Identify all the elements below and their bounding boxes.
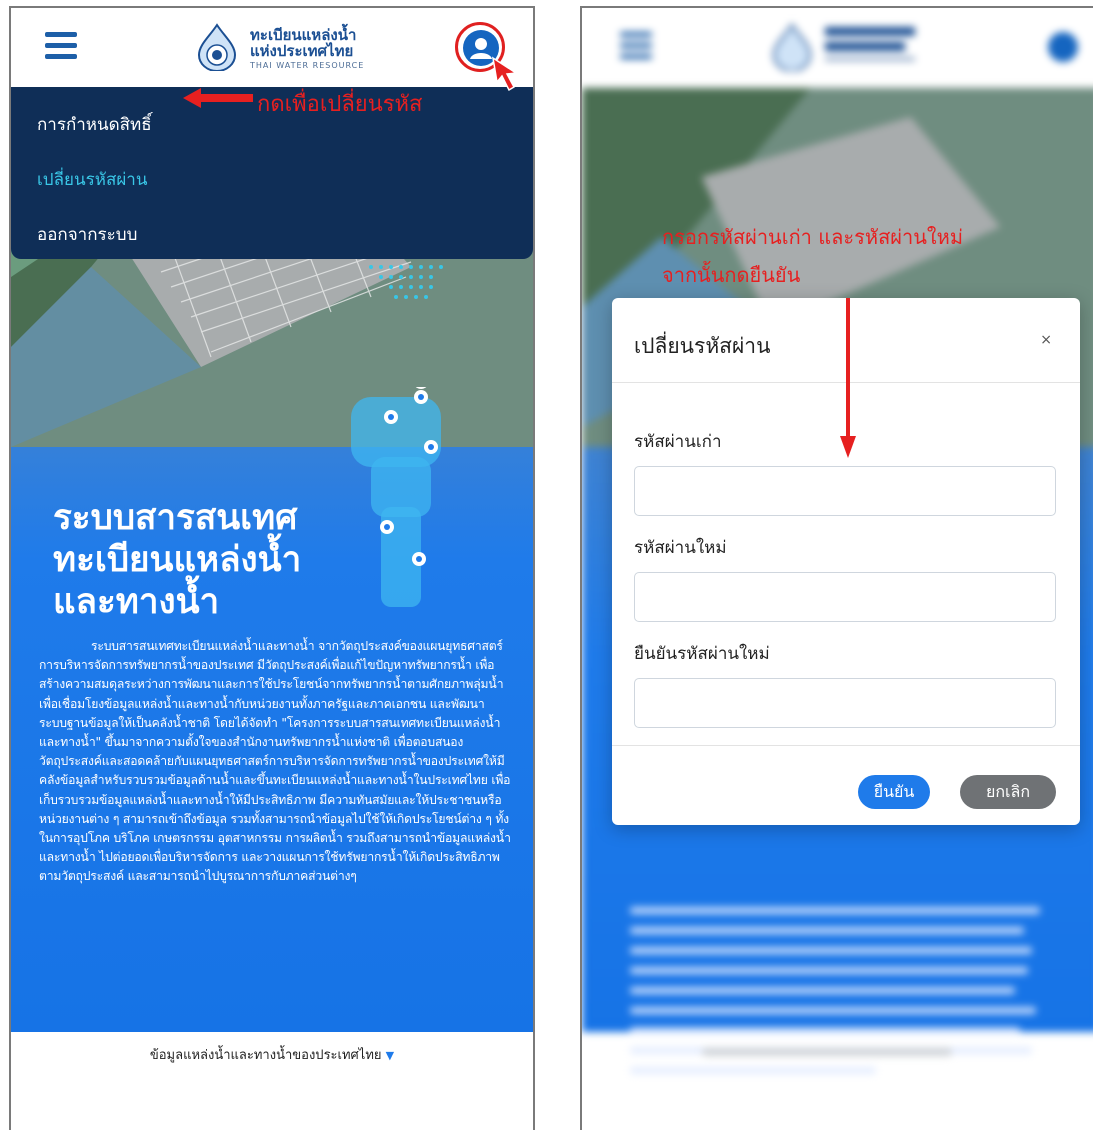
old-password-label: รหัสผ่านเก่า — [634, 432, 722, 452]
annotation-dialog-hint-line2: จากนั้นกดยืนยัน — [662, 263, 801, 287]
confirm-password-input[interactable] — [634, 678, 1056, 728]
dialog-footer: ยืนยัน ยกเลิก — [612, 745, 1080, 826]
phone-screen-menu: ทะเบียนแหล่งน้ำ แห่งประเทศไทย THAI WATER… — [9, 6, 535, 1130]
brand-logo[interactable]: ทะเบียนแหล่งน้ำ แห่งประเทศไทย THAI WATER… — [195, 23, 375, 75]
confirm-button[interactable]: ยืนยัน — [858, 775, 930, 809]
phone-screen-dialog: กรอกรหัสผ่านเก่า และรหัสผ่านใหม่ จากนั้น… — [580, 6, 1093, 1130]
mouse-cursor-icon — [491, 56, 519, 92]
brand-line2: แห่งประเทศไทย — [250, 42, 354, 60]
footer-link-label: ข้อมูลแหล่งน้ำและทางน้ำของประเทศไทย — [149, 1048, 382, 1063]
thai-seal-logo — [197, 23, 237, 71]
hero-title-line: และทางน้ำ — [53, 582, 220, 622]
annotation-dialog-hint-line1: กรอกรหัสผ่านเก่า และรหัสผ่านใหม่ — [662, 225, 964, 249]
menu-item-permissions[interactable]: การกำหนดสิทธิ์ — [37, 111, 152, 138]
annotation-menu-hint: กดเพื่อเปลี่ยนรหัส — [257, 92, 423, 117]
annotation-dialog-hint: กรอกรหัสผ่านเก่า และรหัสผ่านใหม่ จากนั้น… — [662, 218, 1092, 294]
annotation-arrow-icon — [183, 88, 253, 108]
hero-title-line: ระบบสารสนเทศ — [53, 498, 298, 538]
old-password-input[interactable] — [634, 466, 1056, 516]
brand-line3: THAI WATER RESOURCE — [250, 61, 365, 70]
hero-title: ระบบสารสนเทศ ทะเบียนแหล่งน้ำ และทางน้ำ — [53, 497, 353, 623]
new-password-label: รหัสผ่านใหม่ — [634, 538, 727, 558]
annotation-down-arrow-icon — [840, 298, 856, 458]
brand-line1: ทะเบียนแหล่งน้ำ — [250, 26, 357, 44]
hero-title-line: ทะเบียนแหล่งน้ำ — [53, 540, 302, 580]
menu-item-logout[interactable]: ออกจากระบบ — [37, 221, 137, 248]
confirm-password-label: ยืนยันรหัสผ่านใหม่ — [634, 644, 770, 664]
new-password-input[interactable] — [634, 572, 1056, 622]
menu-item-change-password[interactable]: เปลี่ยนรหัสผ่าน — [37, 166, 147, 193]
close-icon[interactable]: × — [1040, 332, 1052, 348]
thailand-map-graphic — [351, 387, 441, 607]
app-header: ทะเบียนแหล่งน้ำ แห่งประเทศไทย THAI WATER… — [11, 8, 533, 88]
hamburger-icon[interactable] — [45, 32, 77, 60]
footer-dropdown-link[interactable]: ข้อมูลแหล่งน้ำและทางน้ำของประเทศไทย ▼ — [11, 1044, 533, 1065]
dialog-title: เปลี่ยนรหัสผ่าน — [634, 334, 771, 358]
hero-description: ระบบสารสนเทศทะเบียนแหล่งน้ำและทางน้ำ จาก… — [39, 639, 511, 884]
cancel-button[interactable]: ยกเลิก — [960, 775, 1056, 809]
caret-down-icon: ▼ — [385, 1049, 395, 1062]
